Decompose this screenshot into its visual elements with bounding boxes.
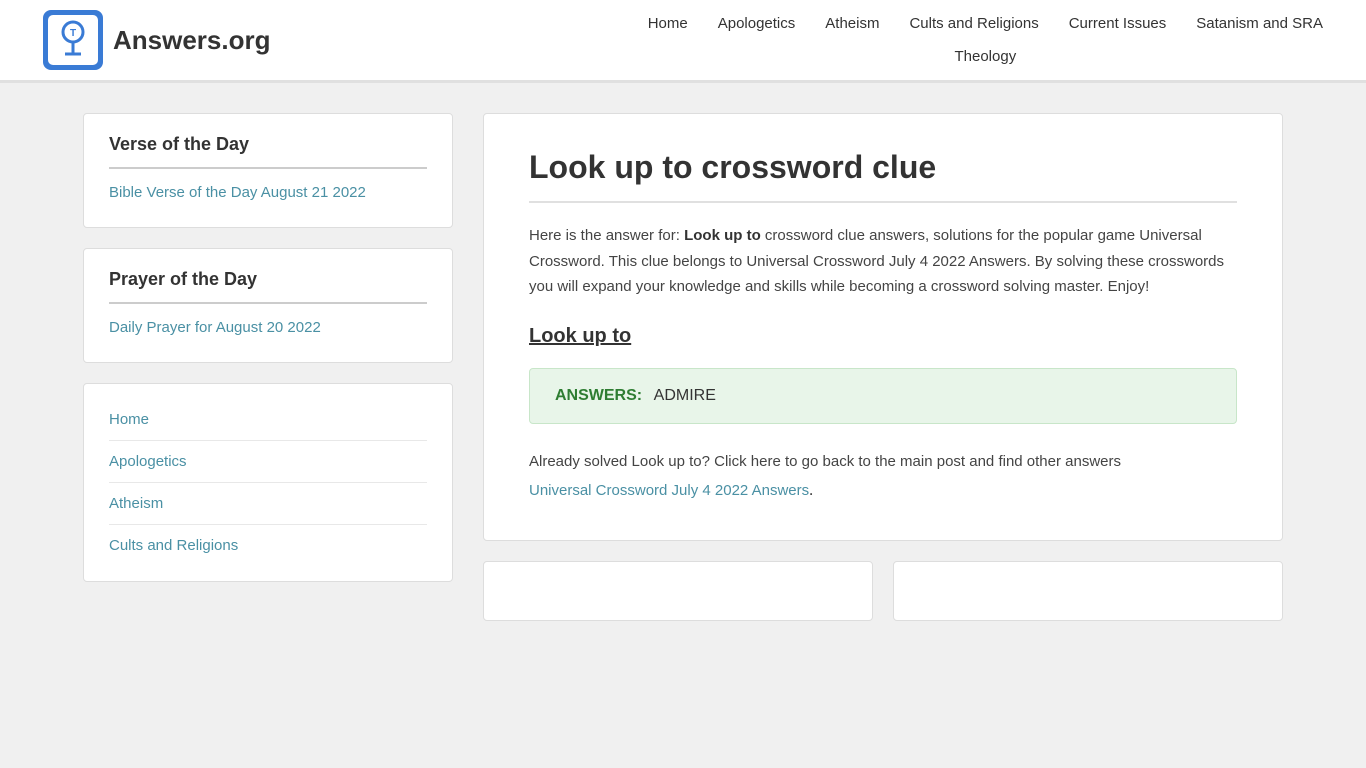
solved-text: Already solved Look up to? Click here to… — [529, 449, 1237, 475]
site-logo-text[interactable]: Answers.org — [113, 25, 271, 56]
bottom-card-left — [483, 561, 873, 621]
sidebar-item-cults: Cults and Religions — [109, 525, 427, 566]
clue-heading[interactable]: Look up to — [529, 325, 631, 348]
nav-top-link-5[interactable]: Satanism and SRA — [1196, 15, 1323, 32]
intro-text-1: Here is the answer for: — [529, 227, 680, 244]
sidebar-link-apologetics[interactable]: Apologetics — [109, 453, 187, 470]
intro-paragraph: Here is the answer for: Look up to cross… — [529, 223, 1237, 300]
nav-top-link-0[interactable]: Home — [648, 15, 688, 32]
sidebar: Verse of the Day Bible Verse of the Day … — [83, 113, 453, 621]
answers-value: ADMIRE — [654, 387, 716, 404]
nav-top-link-2[interactable]: Atheism — [825, 15, 879, 32]
sidebar-item-apologetics: Apologetics — [109, 441, 427, 483]
page-title: Look up to crossword clue — [529, 149, 1237, 203]
main-container: Verse of the Day Bible Verse of the Day … — [43, 83, 1323, 651]
verse-card: Verse of the Day Bible Verse of the Day … — [83, 113, 453, 228]
nav-area: Home Apologetics Atheism Cults and Religion… — [648, 7, 1323, 73]
bottom-card-right — [893, 561, 1283, 621]
sidebar-item-home: Home — [109, 399, 427, 441]
sidebar-nav: Home Apologetics Atheism Cults and Relig… — [83, 383, 453, 582]
prayer-card-title: Prayer of the Day — [109, 269, 427, 304]
solved-link-line: Universal Crossword July 4 2022 Answers. — [529, 482, 1237, 500]
main-content: Look up to crossword clue Here is the an… — [483, 113, 1283, 621]
logo-icon: T — [43, 10, 103, 70]
header: T Answers.org Home Apologetics Atheism Cult… — [0, 0, 1366, 83]
svg-text:T: T — [70, 28, 76, 39]
prayer-card: Prayer of the Day Daily Prayer for Augus… — [83, 248, 453, 363]
solved-text-content: Already solved Look up to? Click here to… — [529, 453, 1121, 470]
nav-top: Home Apologetics Atheism Cults and Religion… — [648, 7, 1323, 40]
nav-top-link-4[interactable]: Current Issues — [1069, 15, 1167, 32]
crossword-link[interactable]: Universal Crossword July 4 2022 Answers — [529, 482, 809, 499]
bottom-cards — [483, 561, 1283, 621]
logo-area: T Answers.org — [43, 0, 271, 80]
sidebar-link-home[interactable]: Home — [109, 411, 149, 428]
nav-top-link-1[interactable]: Apologetics — [718, 15, 796, 32]
prayer-link[interactable]: Daily Prayer for August 20 2022 — [109, 319, 321, 336]
sidebar-link-atheism[interactable]: Atheism — [109, 495, 163, 512]
answer-box: ANSWERS: ADMIRE — [529, 368, 1237, 424]
nav-bottom: Theology — [954, 40, 1016, 73]
nav-top-link-3[interactable]: Cults and Religions — [909, 15, 1038, 32]
nav-bottom-link-0[interactable]: Theology — [954, 48, 1016, 65]
answers-label: ANSWERS: — [555, 387, 642, 404]
sidebar-item-atheism: Atheism — [109, 483, 427, 525]
main-content-card: Look up to crossword clue Here is the an… — [483, 113, 1283, 541]
sidebar-link-cults[interactable]: Cults and Religions — [109, 537, 238, 554]
period: . — [809, 482, 813, 499]
verse-link[interactable]: Bible Verse of the Day August 21 2022 — [109, 184, 366, 201]
clue-bold: Look up to — [684, 227, 761, 244]
verse-card-title: Verse of the Day — [109, 134, 427, 169]
